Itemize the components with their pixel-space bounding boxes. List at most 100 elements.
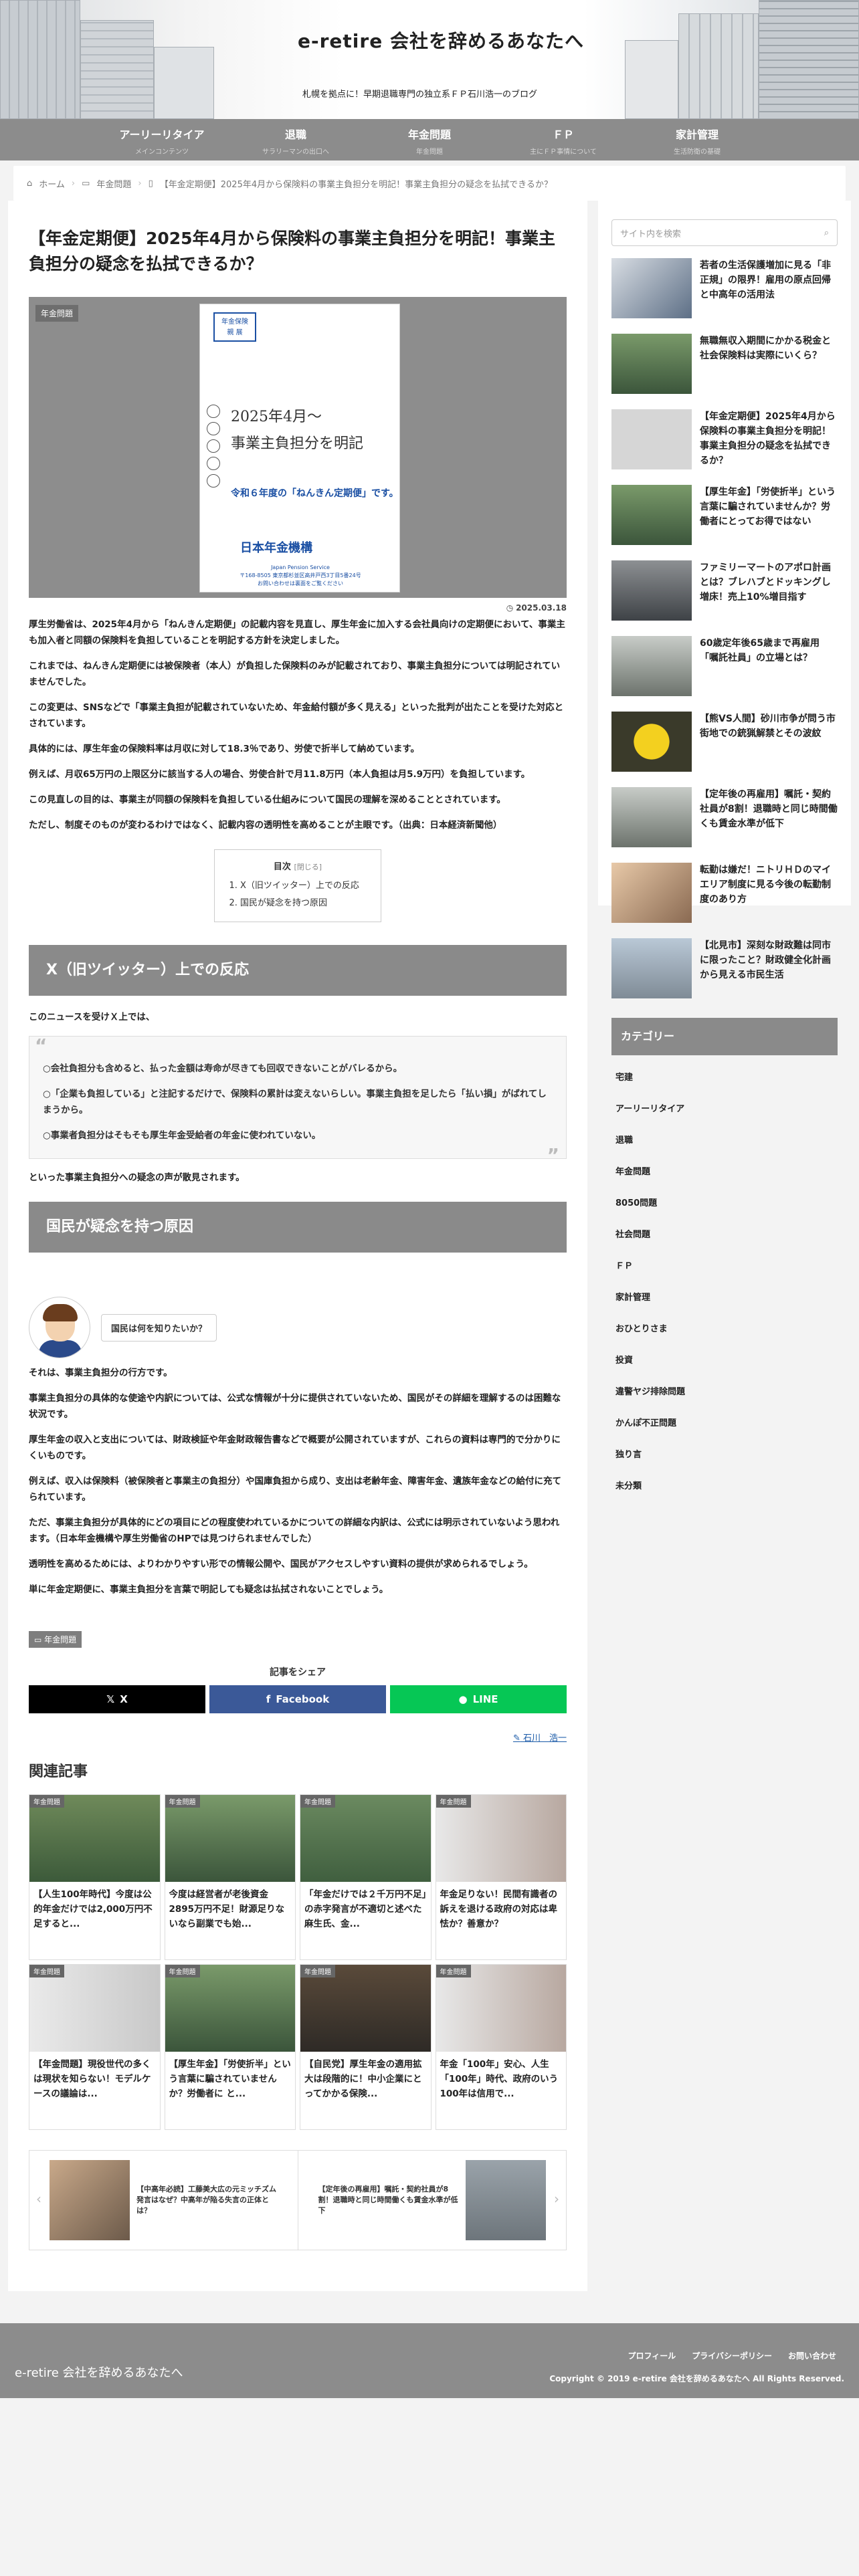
site-title-link[interactable]: e-retire 会社を辞めるあなたへ — [298, 27, 584, 53]
header-building-image — [625, 40, 678, 119]
nav-item-pension[interactable]: 年金問題 年金問題 — [363, 119, 496, 160]
footer-link-privacy[interactable]: プライバシーポリシー — [684, 2350, 780, 2361]
toc-link[interactable]: 国民が疑念を持つ原因 — [240, 898, 327, 908]
toc-toggle[interactable]: [閉じる] — [294, 863, 322, 871]
poster-contact: お問い合わせは裏面をご覧ください — [258, 580, 343, 586]
related-card[interactable]: 年金問題 年金足りない！民間有識者の訴えを退ける政府の対応は卑怯か？善意か？ — [435, 1794, 567, 1960]
sidebar-post-thumb — [611, 334, 692, 394]
document-icon: ▯ — [148, 178, 153, 189]
next-post-title: 【定年後の再雇用】嘱託・契約社員が8割！退職時と同じ時間働くも賃金水準が低下 — [318, 2185, 458, 2215]
footer-links: プロフィール プライバシーポリシー お問い合わせ — [619, 2350, 844, 2361]
share-x-button[interactable]: 𝕏X — [29, 1685, 205, 1713]
sidebar-post[interactable]: 無職無収入期間にかかる税金と社会保険料は実際にいくら？ — [611, 334, 838, 409]
share-line-button[interactable]: ● LINE — [390, 1685, 567, 1713]
breadcrumb-home[interactable]: ホーム — [39, 177, 65, 190]
poster-org-en: Japan Pension Service — [271, 564, 330, 570]
sidebar-post[interactable]: 【厚生年金】「労使折半」という言葉に騙されていませんか？労働者にとってお得ではな… — [611, 485, 838, 560]
sidebar-post[interactable]: ファミリーマートのアポロ計画とは？ブレハブとドッキングし増床！売上10%増目指す — [611, 560, 838, 636]
breadcrumb-category[interactable]: 年金問題 — [96, 177, 131, 190]
circle-mark — [207, 439, 220, 453]
sidebar-post[interactable]: 転勤は嫌だ！ニトリＨＤのマイエリア制度に見る今後の転勤制度のあり方 — [611, 863, 838, 938]
home-icon: ⌂ — [27, 178, 33, 189]
related-cat: 年金問題 — [436, 1795, 471, 1808]
sidebar-post[interactable]: 60歳定年後65歳まで再雇用「嘱託社員」の立場とは？ — [611, 636, 838, 712]
circle-mark — [207, 474, 220, 488]
sidebar-post[interactable]: 【定年後の再雇用】嘱託・契約社員が8割！退職時と同じ時間働くも賃金水準が低下 — [611, 787, 838, 863]
related-card[interactable]: 年金問題 年金「100年」安心、人生「100年」時代、政府のいう100年は信用で.… — [435, 1964, 567, 2130]
related-card[interactable]: 年金問題 【人生100年時代】今度は公的年金だけでは2,000万円不足すると... — [29, 1794, 161, 1960]
category-item[interactable]: 退職 — [611, 1125, 838, 1156]
related-card[interactable]: 年金問題 【厚生年金】「労使折半」という言葉に騙されていませんか？労働者に と..… — [164, 1964, 296, 2130]
line-icon: ● — [458, 1693, 468, 1705]
copyright: Copyright © 2019 e-retire 会社を辞めるあなたへ All… — [549, 2374, 844, 2383]
category-item[interactable]: 年金問題 — [611, 1156, 838, 1188]
related-card[interactable]: 年金問題 【年金問題】現役世代の多くは現状を知らない！モデルケースの議論は... — [29, 1964, 161, 2130]
category-item[interactable]: 投資 — [611, 1345, 838, 1376]
related-cat: 年金問題 — [436, 1965, 471, 1977]
quote-line: ○「企業も負担している」と注記するだけで、保険料の累計は変えないらしい。事業主負… — [43, 1089, 547, 1115]
nav-item-retirement[interactable]: 退職 サラリーマンの出口へ — [229, 119, 363, 160]
toc-link[interactable]: X（旧ツイッター）上での反応 — [240, 881, 359, 891]
related-title: 【自民党】厚生年金の適用拡大は段階的に！中小企業にとってかかる保険... — [304, 2059, 422, 2099]
nav-item-early-retire[interactable]: アーリーリタイア メインコンテンツ — [95, 119, 229, 160]
category-item[interactable]: 独り言 — [611, 1439, 838, 1471]
nav-label: 退職 — [284, 128, 306, 141]
sidebar-post-title: ファミリーマートのアポロ計画とは？ブレハブとドッキングし増床！売上10%増目指す — [700, 562, 831, 603]
section-text: それは、事業主負担分の行方です。 事業主負担分の具体的な使途や内訳については、公… — [29, 1365, 567, 1598]
sidebar-post[interactable]: 若者の生活保護増加に見る「非正規」の限界！雇用の原点回帰と中高年の活用法 — [611, 258, 838, 334]
category-item[interactable]: かんぽ不正問題 — [611, 1408, 838, 1439]
sidebar-post[interactable]: 【北見市】深刻な財政難は同市に限ったこと？財政健全化計画から見える市民生活 — [611, 938, 838, 1014]
category-item[interactable]: おひとりさま — [611, 1313, 838, 1345]
search-input[interactable]: サイト内を検索 ⌕ — [611, 219, 838, 246]
nav-item-household[interactable]: 家計管理 生活防衛の基礎 — [630, 119, 764, 160]
related-thumb: 年金問題 — [300, 1795, 431, 1882]
category-item[interactable]: アーリーリタイア — [611, 1093, 838, 1125]
poster-org: 日本年金機構 — [240, 541, 312, 555]
category-label[interactable]: 年金問題 — [35, 305, 79, 322]
category-item[interactable]: 宅建 — [611, 1062, 838, 1093]
circle-mark — [207, 405, 220, 418]
poster-headline: 事業主負担分を明記 — [231, 435, 364, 452]
related-card[interactable]: 年金問題 「年金だけでは２千万円不足」の赤字発言が不適切と述べた麻生氏、金... — [300, 1794, 432, 1960]
category-item[interactable]: 違警ヤジ排除問題 — [611, 1376, 838, 1408]
category-item[interactable]: 8050問題 — [611, 1188, 838, 1219]
article-intro: 厚生労働省は、2025年4月から「ねんきん定期便」の記載内容を見直し、厚生年金に… — [29, 617, 567, 833]
poster-blue-text: 令和６年度の「ねんきん定期便」です。 — [231, 488, 399, 499]
next-post-link[interactable]: 【定年後の再雇用】嘱託・契約社員が8割！退職時と同じ時間働くも賃金水準が低下 — [297, 2151, 567, 2250]
nav-item-fp[interactable]: ＦＰ 主にＦＰ事情について — [496, 119, 630, 160]
footer-link-profile[interactable]: プロフィール — [619, 2350, 684, 2361]
chevron-right-icon: › — [138, 178, 142, 189]
chevron-right-icon: › — [71, 178, 76, 189]
toc-item[interactable]: X（旧ツイッター）上での反応 — [240, 877, 367, 895]
publish-date: ◷ 2025.03.18 — [29, 603, 567, 613]
footer-link-contact[interactable]: お問い合わせ — [780, 2350, 844, 2361]
category-item[interactable]: 社会問題 — [611, 1219, 838, 1251]
related-card[interactable]: 年金問題 今度は経営者が老後資金2895万円不足！財源足りないなら副業でも始... — [164, 1794, 296, 1960]
section-heading: X（旧ツイッター）上での反応 — [29, 945, 567, 996]
breadcrumb-current: 【年金定期便】2025年4月から保険料の事業主負担分を明記！事業主負担分の疑念を… — [159, 179, 553, 190]
category-item[interactable]: ＦＰ — [611, 1251, 838, 1282]
footer-logo[interactable]: e-retire 会社を辞めるあなたへ — [15, 2363, 183, 2381]
sidebar-post-title: 60歳定年後65歳まで再雇用「嘱託社員」の立場とは？ — [700, 638, 820, 663]
paragraph: この変更は、SNSなどで「事業主負担が記載されていないため、年金給付額が多く見え… — [29, 702, 564, 729]
nav-sublabel: 主にＦＰ事情について — [530, 148, 597, 156]
share-facebook-button[interactable]: f Facebook — [209, 1685, 386, 1713]
author-link[interactable]: ✎ 石川 浩一 — [29, 1731, 567, 1743]
post-pager: ‹ 【中高年必読】工藤美大広の元ミッチズム発言はなぜ？中高年が陥る失言の正体とは… — [29, 2150, 567, 2250]
sidebar-post[interactable]: 【年金定期便】2025年4月から保険料の事業主負担分を明記！事業主負担分の疑念を… — [611, 409, 838, 485]
toc-item[interactable]: 国民が疑念を持つ原因 — [240, 895, 367, 912]
prev-post-title: 【中高年必読】工藤美大広の元ミッチズム発言はなぜ？中高年が陥る失言の正体とは？ — [136, 2185, 276, 2215]
category-item[interactable]: 家計管理 — [611, 1282, 838, 1313]
paragraph: この見直しの目的は、事業主が同額の保険料を負担している仕組みについて国民の理解を… — [29, 794, 506, 805]
sidebar-post[interactable]: 【熊VS人間】砂川市争が問う市街地での銃猟解禁とその波紋 — [611, 712, 838, 787]
related-card[interactable]: 年金問題 【自民党】厚生年金の適用拡大は段階的に！中小企業にとってかかる保険... — [300, 1964, 432, 2130]
sidebar-post-title: 若者の生活保護増加に見る「非正規」の限界！雇用の原点回帰と中高年の活用法 — [700, 260, 831, 300]
category-item[interactable]: 未分類 — [611, 1471, 838, 1502]
search-icon[interactable]: ⌕ — [824, 228, 829, 238]
related-thumb: 年金問題 — [436, 1965, 566, 2052]
poster-box: 年金保険親 展 — [213, 312, 256, 342]
category-list: 宅建 アーリーリタイア 退職 年金問題 8050問題 社会問題 ＦＰ 家計管理 … — [611, 1062, 838, 1502]
tag-link[interactable]: ▭ 年金問題 — [29, 1631, 82, 1648]
related-thumb: 年金問題 — [29, 1795, 160, 1882]
prev-post-link[interactable]: 【中高年必読】工藤美大広の元ミッチズム発言はなぜ？中高年が陥る失言の正体とは？ — [29, 2151, 298, 2250]
